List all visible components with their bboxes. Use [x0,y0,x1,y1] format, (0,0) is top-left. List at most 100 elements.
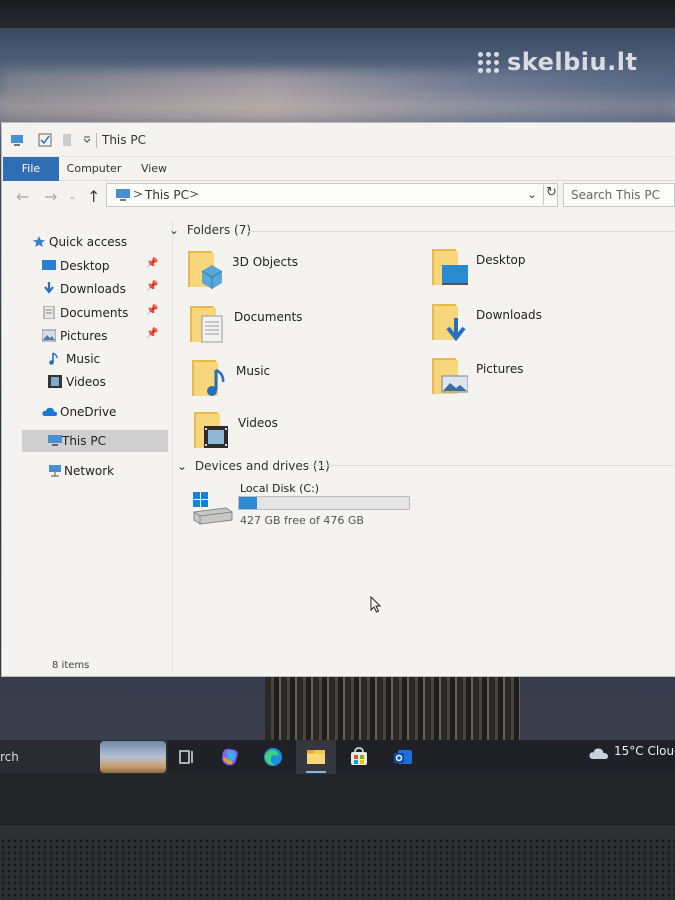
3d-objects-folder-icon [188,251,223,289]
search-highlight-image [100,741,166,773]
store-icon[interactable] [348,746,370,768]
window-title: This PC [102,133,146,147]
folder-pictures[interactable]: Pictures [432,356,652,406]
folder-3d-objects[interactable]: 3D Objects [188,249,408,299]
sidebar-item-label: Music [66,352,101,366]
chevron-down-icon[interactable] [80,133,94,147]
pc-icon [48,435,62,446]
folder-desktop[interactable]: Desktop [432,247,652,297]
sidebar-item-network[interactable]: Network [22,460,167,482]
sidebar-item-desktop[interactable]: Desktop 📌 [22,255,167,277]
watermark: skelbiu.lt [478,48,637,76]
up-arrow-icon[interactable]: ↑ [87,187,100,206]
tab-file[interactable]: File [3,157,59,181]
sidebar-item-label: Videos [66,375,106,389]
folders-section-header[interactable]: ⌄ Folders (7) [169,223,251,237]
folder-label: 3D Objects [232,255,299,269]
outlook-icon[interactable] [392,746,414,768]
back-arrow-icon[interactable]: ← [16,187,29,206]
recent-chevron-icon[interactable]: ⌄ [68,191,76,202]
sidebar-item-quick-access[interactable]: Quick access [22,231,167,253]
pictures-folder-icon [432,358,468,394]
music-icon [49,352,58,365]
folder-downloads[interactable]: Downloads [432,302,652,352]
pin-icon[interactable]: 📌 [146,258,158,269]
section-title: Folders (7) [186,223,252,237]
new-folder-icon[interactable] [60,133,74,147]
address-field[interactable]: > This PC > ⌄ ↻ [106,183,558,207]
section-title: Devices and drives (1) [194,459,330,473]
folder-label: Pictures [476,362,524,376]
drive-local-disk-c[interactable]: Local Disk (C:) 427 GB free of 476 GB [190,482,430,532]
speaker-grille [0,838,675,900]
taskbar-search[interactable]: rch [0,740,168,774]
sidebar-item-label: Pictures [60,329,108,343]
music-folder-icon [192,360,225,396]
drives-section-header[interactable]: ⌄ Devices and drives (1) [177,459,330,473]
desktop-icon [42,260,56,270]
folder-music[interactable]: Music [192,358,412,408]
tab-view[interactable]: View [132,157,176,181]
cloud-icon [589,748,608,759]
drive-usage-fill [239,497,257,509]
folder-documents[interactable]: Documents [190,304,410,354]
breadcrumb-chevron[interactable]: > [133,187,143,201]
sidebar-item-this-pc[interactable]: This PC [22,430,168,452]
sidebar-item-label: Desktop [60,259,110,273]
cloud-icon [42,407,58,416]
search-input[interactable]: Search This PC [563,183,675,207]
folder-videos[interactable]: Videos [194,410,414,460]
title-separator [96,133,97,148]
address-dropdown-icon[interactable]: ⌄ [527,187,537,201]
pc-icon [116,189,130,201]
star-icon [33,236,45,247]
wallpaper-clouds [0,70,675,125]
address-bar-row: ← → ⌄ ↑ > This PC > ⌄ ↻ Search This PC [2,181,675,211]
folder-label: Desktop [476,253,526,267]
weather-text: 15°C Cloud [614,744,675,758]
documents-folder-icon [190,306,223,343]
drive-usage-bar [238,496,410,510]
folder-label: Music [236,364,271,378]
tab-computer[interactable]: Computer [64,157,124,181]
taskbar: rch 15°C Cloud [0,740,675,774]
task-view-icon[interactable] [176,746,198,768]
active-indicator [306,771,326,773]
documents-icon [43,306,55,319]
pane-divider [172,221,173,671]
videos-icon [48,375,62,388]
file-explorer-icon[interactable] [305,746,327,768]
chevron-down-icon[interactable]: ⌄ [177,459,187,473]
sidebar-item-documents[interactable]: Documents 📌 [22,302,167,324]
sidebar-item-pictures[interactable]: Pictures 📌 [22,325,167,347]
sidebar-item-videos[interactable]: Videos [22,371,167,393]
weather-widget[interactable]: 15°C Cloud [588,743,675,763]
breadcrumb-chevron[interactable]: > [189,187,199,201]
pin-icon[interactable]: 📌 [146,281,158,292]
hard-drive-icon [193,492,233,525]
edge-icon[interactable] [262,746,284,768]
forward-arrow-icon[interactable]: → [44,187,57,206]
refresh-icon[interactable]: ↻ [543,185,559,205]
sidebar-item-onedrive[interactable]: OneDrive [22,401,167,423]
breadcrumb[interactable]: This PC [145,188,189,202]
sidebar-item-music[interactable]: Music [22,348,167,370]
wallpaper-rock [265,670,520,742]
file-explorer-window: This PC File Computer View ← → ⌄ ↑ > Thi… [2,123,675,676]
desktop-folder-icon [432,249,468,285]
watermark-logo-icon [478,51,499,73]
title-bar: This PC [2,123,675,157]
pin-icon[interactable]: 📌 [146,305,158,316]
status-item-count: 8 items [52,660,90,671]
download-icon [44,282,54,294]
pin-icon[interactable]: 📌 [146,328,158,339]
sidebar-item-downloads[interactable]: Downloads 📌 [22,278,167,300]
chevron-down-icon[interactable]: ⌄ [169,223,179,237]
copilot-icon[interactable] [219,746,241,768]
pc-icon[interactable] [10,133,24,147]
drive-label: Local Disk (C:) [240,482,320,495]
network-icon [49,465,61,477]
sidebar-item-label: Quick access [49,235,128,249]
drive-free-space: 427 GB free of 476 GB [240,514,364,527]
properties-icon[interactable] [38,133,52,147]
